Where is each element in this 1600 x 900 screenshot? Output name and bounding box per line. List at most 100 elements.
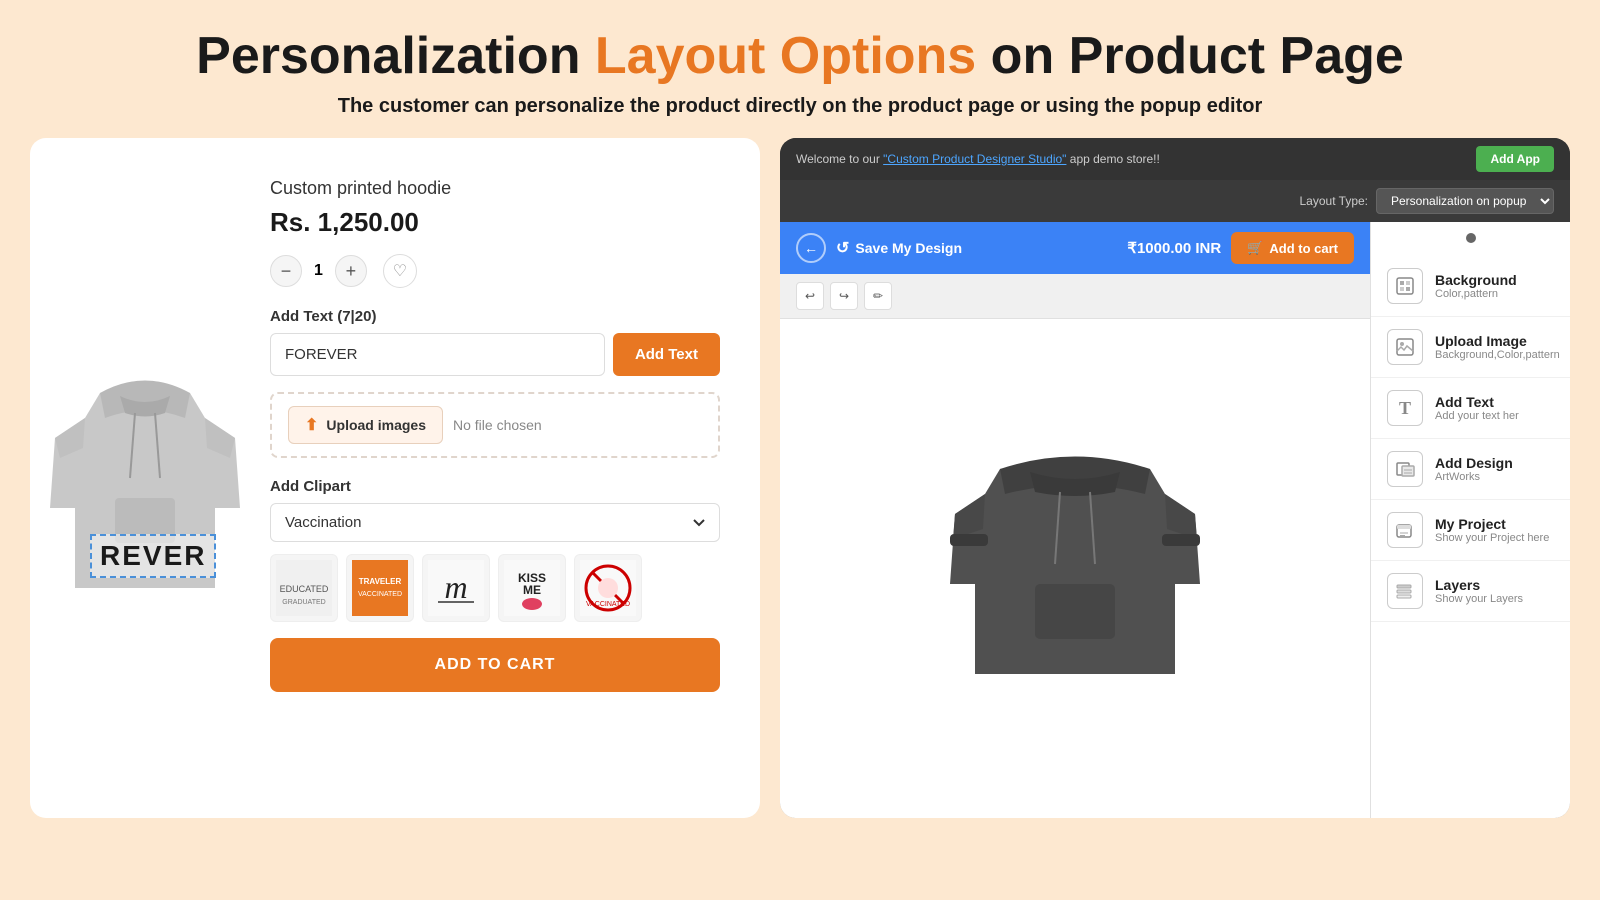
popup-price: ₹1000.00 INR	[1127, 239, 1221, 257]
sidebar-item-layers[interactable]: Layers Show your Layers	[1371, 561, 1570, 622]
clipart-3: m	[428, 560, 484, 616]
popup-add-cart-btn[interactable]: 🛒 Add to cart	[1231, 232, 1354, 264]
welcome-text-before: Welcome to our	[796, 152, 880, 166]
sidebar-item-background[interactable]: Background Color,pattern	[1371, 256, 1570, 317]
product-page-panel: REVER Custom printed hoodie Rs. 1,250.00…	[30, 138, 760, 818]
cart-icon: 🛒	[1247, 240, 1263, 256]
sidebar-project-title: My Project	[1435, 516, 1554, 532]
sidebar-upload-image-text: Upload Image Background,Color,pattern	[1435, 333, 1560, 361]
title-orange: Layout Options	[595, 27, 976, 85]
sidebar-background-text: Background Color,pattern	[1435, 272, 1554, 300]
product-name: Custom printed hoodie	[270, 178, 720, 199]
clipart-5: VACCINATED	[580, 560, 636, 616]
dot-indicator	[1466, 233, 1476, 243]
clipart-dropdown[interactable]: Vaccination	[270, 503, 720, 542]
undo-btn[interactable]: ↩	[796, 282, 824, 310]
quantity-decrease-btn[interactable]: −	[270, 255, 302, 287]
clipart-item[interactable]: VACCINATED	[574, 554, 642, 622]
sidebar-layers-text: Layers Show your Layers	[1435, 577, 1554, 605]
layers-icon	[1387, 573, 1423, 609]
product-price: Rs. 1,250.00	[270, 207, 720, 238]
svg-text:GRADUATED: GRADUATED	[282, 599, 325, 606]
clipart-1: EDUCATED GRADUATED	[276, 560, 332, 616]
sidebar-item-add-design[interactable]: Add Design ArtWorks	[1371, 439, 1570, 500]
add-text-btn[interactable]: Add Text	[613, 333, 720, 376]
save-btn-label: Save My Design	[855, 240, 962, 256]
welcome-text-after: app demo store!!	[1070, 152, 1160, 166]
sidebar-background-title: Background	[1435, 272, 1554, 288]
upload-section: ⬆ Upload images No file chosen	[270, 392, 720, 458]
clipart-item[interactable]: m	[422, 554, 490, 622]
popup-editor-panel: Welcome to our "Custom Product Designer …	[780, 138, 1570, 818]
layout-type-label: Layout Type:	[1300, 194, 1369, 208]
pen-tool-btn[interactable]: ✏	[864, 282, 892, 310]
svg-text:VACCINATED: VACCINATED	[358, 591, 402, 598]
background-icon	[1387, 268, 1423, 304]
add-to-cart-btn[interactable]: ADD TO CART	[270, 638, 720, 692]
sidebar-project-text: My Project Show your Project here	[1435, 516, 1554, 544]
sidebar-item-upload-image[interactable]: Upload Image Background,Color,pattern	[1371, 317, 1570, 378]
svg-text:ME: ME	[523, 583, 541, 597]
product-details: Custom printed hoodie Rs. 1,250.00 − 1 +…	[260, 158, 740, 798]
add-text-icon: T	[1387, 390, 1423, 426]
clipart-grid: EDUCATED GRADUATED TRAVELER VACCINATED m	[270, 554, 720, 622]
title-black2: on Product Page	[976, 27, 1404, 85]
sidebar-project-sub: Show your Project here	[1435, 532, 1554, 544]
popup-topbar: Welcome to our "Custom Product Designer …	[780, 138, 1570, 180]
redo-btn[interactable]: ↪	[830, 282, 858, 310]
welcome-text: Welcome to our "Custom Product Designer …	[796, 152, 1160, 166]
clipart-item[interactable]: TRAVELER VACCINATED	[346, 554, 414, 622]
add-app-btn[interactable]: Add App	[1476, 146, 1554, 172]
clipart-4: KISS ME	[504, 560, 560, 616]
main-content: REVER Custom printed hoodie Rs. 1,250.00…	[0, 138, 1600, 818]
no-file-text: No file chosen	[453, 417, 542, 433]
sidebar-addtext-title: Add Text	[1435, 394, 1554, 410]
title-black1: Personalization	[196, 27, 595, 85]
sidebar-background-sub: Color,pattern	[1435, 288, 1554, 300]
editor-sidebar: Background Color,pattern Upload Image	[1370, 222, 1570, 818]
sidebar-dot	[1371, 222, 1570, 256]
sidebar-design-sub: ArtWorks	[1435, 471, 1554, 483]
text-input-field[interactable]	[270, 333, 605, 376]
editor-back-btn[interactable]: ←	[796, 233, 826, 263]
clipart-item[interactable]: EDUCATED GRADUATED	[270, 554, 338, 622]
sidebar-upload-title: Upload Image	[1435, 333, 1560, 349]
toolbar-left: ← ↺ Save My Design	[796, 233, 962, 263]
sidebar-item-my-project[interactable]: My Project Show your Project here	[1371, 500, 1570, 561]
svg-text:m: m	[444, 569, 467, 605]
sidebar-layers-title: Layers	[1435, 577, 1554, 593]
editor-toolbar: ← ↺ Save My Design ₹1000.00 INR 🛒 Add to…	[780, 222, 1370, 274]
my-project-icon	[1387, 512, 1423, 548]
upload-images-btn[interactable]: ⬆ Upload images	[288, 406, 443, 444]
wishlist-btn[interactable]: ♡	[383, 254, 417, 288]
clipart-label: Add Clipart	[270, 478, 720, 495]
hoodie-canvas-image	[945, 424, 1205, 714]
clipart-2: TRAVELER VACCINATED	[352, 560, 408, 616]
quantity-value: 1	[314, 262, 323, 280]
save-icon: ↺	[836, 238, 849, 258]
sidebar-item-add-text[interactable]: T Add Text Add your text her	[1371, 378, 1570, 439]
clipart-item[interactable]: KISS ME	[498, 554, 566, 622]
canvas-toolbar: ↩ ↪ ✏	[780, 274, 1370, 319]
sidebar-upload-sub: Background,Color,pattern	[1435, 349, 1560, 361]
text-input-row: Add Text	[270, 333, 720, 376]
editor-main: ← ↺ Save My Design ₹1000.00 INR 🛒 Add to…	[780, 222, 1370, 818]
toolbar-right: ₹1000.00 INR 🛒 Add to cart	[1127, 232, 1354, 264]
layout-type-select[interactable]: Personalization on popup	[1376, 188, 1554, 214]
add-design-icon	[1387, 451, 1423, 487]
sidebar-layers-sub: Show your Layers	[1435, 593, 1554, 605]
sidebar-add-design-text: Add Design ArtWorks	[1435, 455, 1554, 483]
sidebar-addtext-sub: Add your text her	[1435, 410, 1554, 422]
upload-image-icon	[1387, 329, 1423, 365]
hoodie-text-overlay: REVER	[90, 534, 216, 578]
page-title: Personalization Layout Options on Produc…	[40, 28, 1560, 85]
svg-text:EDUCATED: EDUCATED	[280, 584, 329, 594]
svg-text:VACCINATED: VACCINATED	[586, 601, 630, 608]
popup-add-cart-label: Add to cart	[1269, 241, 1338, 256]
svg-text:TRAVELER: TRAVELER	[359, 577, 402, 586]
editor-area: ← ↺ Save My Design ₹1000.00 INR 🛒 Add to…	[780, 222, 1570, 818]
quantity-increase-btn[interactable]: +	[335, 255, 367, 287]
page-subtitle: The customer can personalize the product…	[40, 95, 1560, 118]
sidebar-design-title: Add Design	[1435, 455, 1554, 471]
save-design-btn[interactable]: ↺ Save My Design	[836, 238, 962, 258]
